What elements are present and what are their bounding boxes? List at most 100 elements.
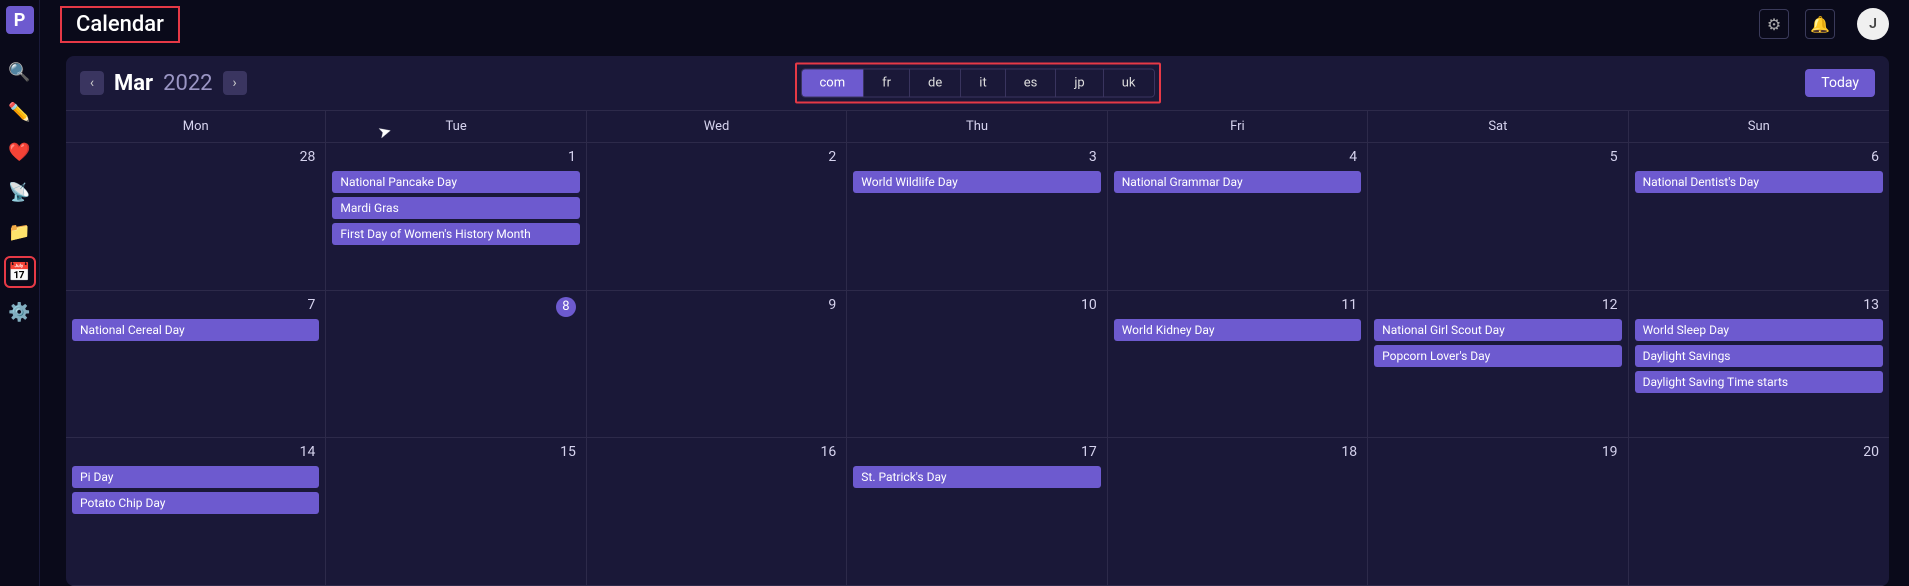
calendar-event[interactable]: Daylight Saving Time starts xyxy=(1635,371,1883,393)
calendar-cell[interactable]: 8 xyxy=(326,291,586,439)
calendar-event[interactable]: World Sleep Day xyxy=(1635,319,1883,341)
weekday-header: MonTueWedThuFriSatSun xyxy=(66,110,1889,143)
calendar-event[interactable]: National Girl Scout Day xyxy=(1374,319,1621,341)
date-number: 2 xyxy=(593,149,840,167)
locale-tab-it[interactable]: it xyxy=(961,70,1005,97)
date-number: 18 xyxy=(1114,444,1361,462)
calendar-cell[interactable]: 14 Pi Day Potato Chip Day xyxy=(66,438,326,586)
gear-icon: ⚙ xyxy=(1767,15,1781,34)
calendar-event[interactable]: Mardi Gras xyxy=(332,197,579,219)
date-number: 8 xyxy=(332,297,579,319)
date-number: 17 xyxy=(853,444,1100,462)
calendar-event[interactable]: St. Patrick's Day xyxy=(853,466,1100,488)
locale-selector-highlight: comfrdeitesjpuk xyxy=(794,63,1160,104)
search-icon[interactable]: 🔍 xyxy=(8,60,32,84)
date-number: 12 xyxy=(1374,297,1621,315)
today-button[interactable]: Today xyxy=(1805,69,1875,97)
date-number: 20 xyxy=(1635,444,1883,462)
locale-tab-fr[interactable]: fr xyxy=(864,70,910,97)
calendar-cell[interactable]: 11 World Kidney Day xyxy=(1108,291,1368,439)
locale-tab-es[interactable]: es xyxy=(1006,70,1057,97)
calendar-cell[interactable]: 28 xyxy=(66,143,326,291)
calendar-event[interactable]: World Wildlife Day xyxy=(853,171,1100,193)
weekday-col-tue: Tue xyxy=(326,111,586,142)
locale-tab-com[interactable]: com xyxy=(801,70,864,97)
bell-icon: 🔔 xyxy=(1810,15,1830,34)
calendar-event[interactable]: National Grammar Day xyxy=(1114,171,1361,193)
locale-tab-uk[interactable]: uk xyxy=(1104,70,1154,97)
calendar-cell[interactable]: 20 xyxy=(1629,438,1889,586)
calendar-cell[interactable]: 7 National Cereal Day xyxy=(66,291,326,439)
calendar-cell[interactable]: 3 World Wildlife Day xyxy=(847,143,1107,291)
calendar-icon[interactable]: 📅 xyxy=(8,260,32,284)
date-number: 11 xyxy=(1114,297,1361,315)
calendar-cell[interactable]: 10 xyxy=(847,291,1107,439)
app-logo[interactable]: P xyxy=(6,6,34,34)
calendar-container: ‹ Mar 2022 › comfrdeitesjpuk Today MonTu… xyxy=(66,56,1889,586)
main-area: Calendar ⚙ 🔔 J ‹ Mar 2022 › comf xyxy=(40,0,1909,586)
date-number: 3 xyxy=(853,149,1100,167)
chevron-right-icon: › xyxy=(232,75,236,91)
date-number: 6 xyxy=(1635,149,1883,167)
prev-month-button[interactable]: ‹ xyxy=(80,71,104,95)
calendar-cell[interactable]: 16 xyxy=(587,438,847,586)
date-number: 15 xyxy=(332,444,579,462)
weekday-col-sat: Sat xyxy=(1368,111,1628,142)
calendar-cell[interactable]: 12 National Girl Scout Day Popcorn Lover's… xyxy=(1368,291,1628,439)
calendar-cell[interactable]: 19 xyxy=(1368,438,1628,586)
settings-icon[interactable]: ⚙️ xyxy=(8,300,32,324)
calendar-event[interactable]: World Kidney Day xyxy=(1114,319,1361,341)
date-number: 28 xyxy=(72,149,319,167)
date-number: 13 xyxy=(1635,297,1883,315)
date-number: 19 xyxy=(1374,444,1621,462)
calendar-cell[interactable]: 4 National Grammar Day xyxy=(1108,143,1368,291)
weekday-col-sun: Sun xyxy=(1629,111,1889,142)
heart-icon[interactable]: ❤️ xyxy=(8,140,32,164)
date-number: 4 xyxy=(1114,149,1361,167)
calendar-grid: 281National Pancake DayMardi GrasFirst D… xyxy=(66,143,1889,586)
calendar-event[interactable]: Potato Chip Day xyxy=(72,492,319,514)
calendar-event[interactable]: Pi Day xyxy=(72,466,319,488)
date-number: 5 xyxy=(1374,149,1621,167)
month-label: Mar xyxy=(114,71,153,96)
calendar-cell[interactable]: 9 xyxy=(587,291,847,439)
sidebar: P 🔍 ✏️ ❤️ 📡 📁 📅 ⚙️ xyxy=(0,0,40,586)
calendar-cell[interactable]: 17 St. Patrick's Day xyxy=(847,438,1107,586)
calendar-event[interactable]: National Cereal Day xyxy=(72,319,319,341)
notifications-button[interactable]: 🔔 xyxy=(1805,9,1835,39)
weekday-col-wed: Wed xyxy=(587,111,847,142)
next-month-button[interactable]: › xyxy=(223,71,247,95)
weekday-col-fri: Fri xyxy=(1108,111,1368,142)
calendar-header: ‹ Mar 2022 › comfrdeitesjpuk Today xyxy=(66,56,1889,110)
calendar-event[interactable]: Popcorn Lover's Day xyxy=(1374,345,1621,367)
date-number: 16 xyxy=(593,444,840,462)
topbar: Calendar ⚙ 🔔 J xyxy=(40,0,1909,48)
calendar-cell[interactable]: 2 xyxy=(587,143,847,291)
date-number: 1 xyxy=(332,149,579,167)
calendar-cell[interactable]: 18 xyxy=(1108,438,1368,586)
calendar-event[interactable]: Daylight Savings xyxy=(1635,345,1883,367)
date-number: 9 xyxy=(593,297,840,315)
weekday-col-thu: Thu xyxy=(847,111,1107,142)
satellite-icon[interactable]: 📡 xyxy=(8,180,32,204)
folder-icon[interactable]: 📁 xyxy=(8,220,32,244)
pencil-icon[interactable]: ✏️ xyxy=(8,100,32,124)
calendar-event[interactable]: First Day of Women's History Month xyxy=(332,223,579,245)
calendar-cell[interactable]: 5 xyxy=(1368,143,1628,291)
locale-tab-jp[interactable]: jp xyxy=(1056,70,1103,97)
date-number: 7 xyxy=(72,297,319,315)
calendar-event[interactable]: National Pancake Day xyxy=(332,171,579,193)
weekday-col-mon: Mon xyxy=(66,111,326,142)
calendar-cell[interactable]: 13 World Sleep Day Daylight Savings Dayligh… xyxy=(1629,291,1889,439)
calendar-cell[interactable]: 15 xyxy=(326,438,586,586)
calendar-event[interactable]: National Dentist's Day xyxy=(1635,171,1883,193)
settings-button[interactable]: ⚙ xyxy=(1759,9,1789,39)
date-number: 14 xyxy=(72,444,319,462)
avatar[interactable]: J xyxy=(1857,8,1889,40)
calendar-cell[interactable]: 6 National Dentist's Day xyxy=(1629,143,1889,291)
locale-selector: comfrdeitesjpuk xyxy=(800,69,1154,98)
date-number: 10 xyxy=(853,297,1100,315)
calendar-cell[interactable]: 1 National Pancake Day Mardi Gras First Day… xyxy=(326,143,586,291)
locale-tab-de[interactable]: de xyxy=(910,70,961,97)
year-label: 2022 xyxy=(163,71,212,96)
